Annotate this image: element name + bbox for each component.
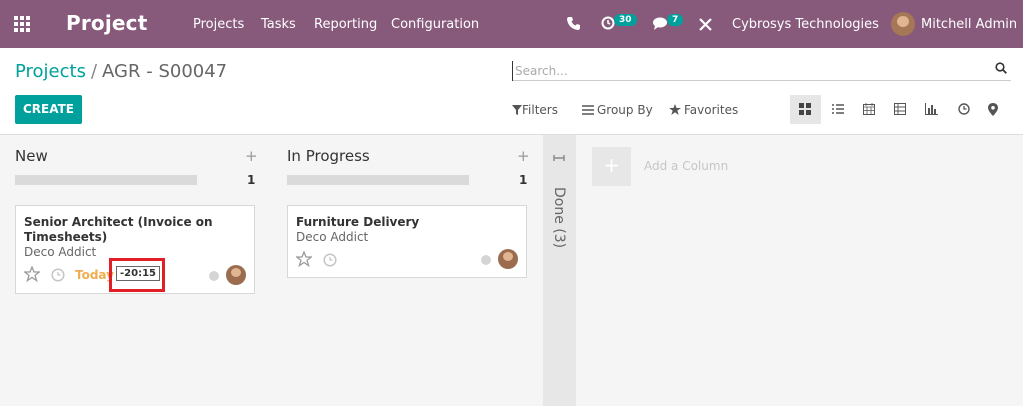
menu-tasks[interactable]: Tasks (261, 17, 296, 32)
task-customer: Deco Addict (24, 245, 97, 259)
task-title: Furniture Delivery (296, 215, 420, 229)
graph-view-icon[interactable] (916, 95, 947, 124)
list-view-icon[interactable] (823, 95, 854, 124)
search-input[interactable] (512, 61, 982, 81)
activity-count-badge: 30 (614, 14, 637, 26)
top-navbar: Project Projects Tasks Reporting Configu… (0, 0, 1023, 48)
menu-configuration[interactable]: Configuration (391, 17, 479, 32)
task-card[interactable]: Senior Architect (Invoice on Timesheets)… (15, 205, 255, 294)
breadcrumb: Projects / AGR - S00047 (15, 61, 227, 82)
kanban-board: New + 1 Senior Architect (Invoice on Tim… (0, 135, 1023, 406)
unfold-arrows-icon[interactable] (553, 151, 565, 165)
message-count-badge: 7 (667, 14, 684, 26)
add-column-label[interactable]: Add a Column (644, 159, 728, 173)
control-panel: Projects/AGR - S00047 CREATE Filters Gro… (0, 48, 1023, 135)
column-count: 1 (519, 173, 528, 187)
column-title: In Progress (287, 147, 370, 165)
task-customer: Deco Addict (296, 230, 369, 244)
menu-projects[interactable]: Projects (193, 17, 244, 32)
group-by-label: Group By (597, 103, 653, 117)
calendar-view-icon[interactable] (854, 95, 885, 124)
assignee-avatar (498, 249, 518, 269)
star-icon[interactable] (296, 251, 312, 267)
timer-highlight-box: -20:15 (109, 258, 165, 292)
quick-create-plus-icon[interactable]: + (245, 147, 258, 165)
breadcrumb-projects-link[interactable]: Projects (15, 61, 86, 82)
map-view-icon[interactable] (979, 95, 1010, 124)
company-switcher[interactable]: Cybrosys Technologies (732, 17, 879, 32)
activity-view-icon[interactable] (949, 95, 980, 124)
filters-label: Filters (522, 103, 558, 117)
task-title: Senior Architect (Invoice on Timesheets) (24, 215, 213, 244)
user-avatar[interactable] (891, 12, 915, 36)
column-count: 1 (247, 173, 256, 187)
filter-icon (512, 105, 522, 115)
clock-activity-icon[interactable] (601, 16, 615, 34)
kanban-state-dot[interactable] (209, 271, 219, 281)
apps-grid-icon[interactable] (14, 16, 32, 32)
column-progress-bar[interactable] (287, 175, 469, 185)
pivot-view-icon[interactable] (885, 95, 916, 124)
column-title: New (15, 147, 48, 165)
search-icon[interactable] (995, 62, 1007, 74)
folded-column-label: Done (3) (551, 187, 567, 249)
filters-button[interactable]: Filters (512, 103, 558, 117)
group-by-icon (582, 105, 594, 115)
app-title: Project (66, 11, 148, 35)
kanban-column-new: New + 1 Senior Architect (Invoice on Tim… (15, 135, 258, 406)
breadcrumb-separator: / (90, 61, 98, 82)
quick-create-plus-icon[interactable]: + (517, 147, 530, 165)
clock-icon[interactable] (51, 268, 65, 282)
kanban-view-icon[interactable] (790, 95, 821, 124)
task-card[interactable]: Furniture Delivery Deco Addict (287, 205, 527, 278)
timer-badge: -20:15 (116, 266, 160, 281)
favorites-label: Favorites (684, 103, 739, 117)
menu-reporting[interactable]: Reporting (314, 17, 377, 32)
assignee-avatar (226, 265, 246, 285)
search-bar (512, 60, 1011, 81)
debug-tool-icon[interactable] (699, 18, 712, 35)
favorites-button[interactable]: Favorites (669, 103, 738, 117)
user-menu[interactable]: Mitchell Admin (921, 17, 1017, 32)
star-icon (669, 104, 681, 115)
column-progress-bar[interactable] (15, 175, 197, 185)
breadcrumb-current: AGR - S00047 (102, 61, 228, 82)
star-icon[interactable] (24, 266, 40, 282)
create-button[interactable]: CREATE (15, 95, 82, 124)
kanban-state-dot[interactable] (481, 255, 491, 265)
phone-icon[interactable] (567, 16, 580, 34)
add-column-button[interactable]: + (592, 147, 631, 186)
clock-icon[interactable] (323, 253, 337, 267)
kanban-column-in-progress: In Progress + 1 Furniture Delivery Deco … (287, 135, 530, 406)
group-by-button[interactable]: Group By (582, 103, 653, 117)
folded-column-done[interactable]: Done (3) (543, 135, 576, 406)
